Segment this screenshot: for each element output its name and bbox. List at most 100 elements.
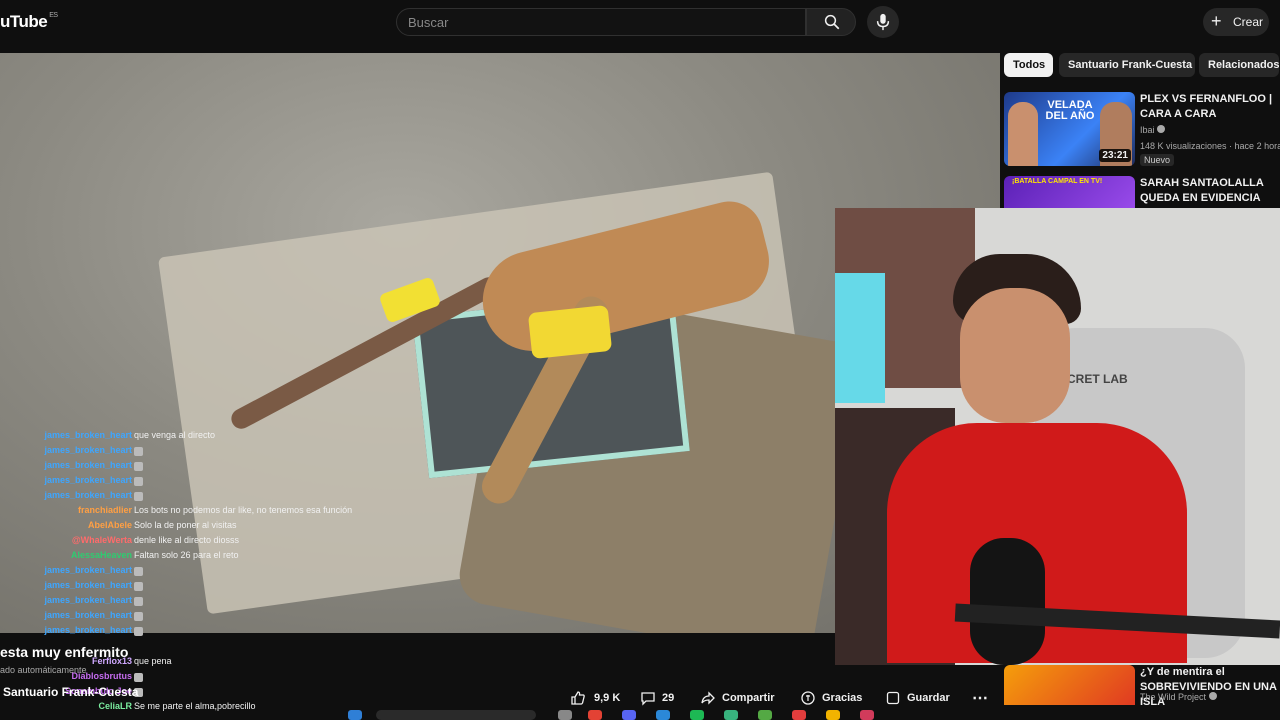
chat-username[interactable]: james_broken_heart — [44, 430, 132, 440]
discord-icon[interactable] — [622, 710, 636, 720]
logo-text: uTube — [0, 12, 48, 31]
verified-icon — [1157, 125, 1166, 133]
recommendation-channel: Ibai — [1140, 125, 1166, 135]
thumbnail-person — [1008, 102, 1038, 166]
thanks-button[interactable]: Gracias — [800, 686, 870, 710]
more-actions-button[interactable]: ⋯ — [970, 686, 990, 710]
chat-message: james_broken_heart — [0, 595, 390, 609]
create-button[interactable]: + Crear — [1203, 8, 1269, 36]
chat-username[interactable]: james_broken_heart — [44, 595, 132, 605]
chip-relacionados[interactable]: Relacionados — [1199, 53, 1279, 77]
chat-message: CeliaLR Se me parte el alma,pobrecillo — [0, 701, 390, 715]
thanks-label: Gracias — [822, 692, 863, 704]
search-placeholder: Buscar — [408, 15, 449, 30]
save-button[interactable]: Guardar — [885, 686, 955, 710]
chat-text: denle like al directo diosss — [134, 535, 240, 545]
save-label: Guardar — [907, 692, 950, 704]
chat-username[interactable]: james_broken_heart — [44, 490, 132, 500]
chip-todos[interactable]: Todos — [1004, 53, 1053, 77]
taskbar-app-icon[interactable] — [860, 710, 874, 720]
chat-username[interactable]: AlessaHeaven — [71, 550, 132, 560]
like-button[interactable]: 9,9 K — [570, 686, 630, 710]
live-chat-overlay: james_broken_heart que venga al directo ja… — [0, 428, 390, 720]
emoji-icon — [134, 627, 143, 636]
taskbar-app-icon[interactable] — [792, 710, 806, 720]
more-icon: ⋯ — [972, 690, 988, 707]
video-subtitle: ado automáticamente — [0, 665, 87, 675]
video-thumbnail[interactable]: ¡BATALLA CAMPAL EN TV! — [1004, 176, 1135, 208]
recommendation-item[interactable]: VELADA DEL AÑO 23:21 PLEX VS FERNANFLOO … — [1004, 92, 1280, 172]
comment-icon — [641, 692, 655, 706]
chat-username[interactable]: james_broken_heart — [44, 580, 132, 590]
chat-text: que venga al directo — [134, 430, 216, 440]
microphone-icon — [876, 13, 890, 31]
save-icon — [886, 691, 900, 705]
chat-message: AlessaHeaven Faltan solo 26 para el reto — [0, 550, 390, 564]
recommendation-title[interactable]: PLEX VS FERNANFLOO | CARA A CARA — [1140, 92, 1280, 122]
chat-text: Solo la de poner al visitas — [134, 520, 237, 530]
chat-message: AbelAbele Solo la de poner al visitas — [0, 520, 390, 534]
video-thumbnail[interactable] — [1004, 665, 1135, 705]
chat-username[interactable]: james_broken_heart — [44, 610, 132, 620]
emoji-icon — [134, 447, 143, 456]
like-count: 9,9 K — [594, 692, 621, 704]
filter-chips: Todos Santuario Frank-Cuesta Relacionado… — [1004, 53, 1280, 77]
chat-message: james_broken_heart — [0, 475, 390, 489]
taskbar-app-icon[interactable] — [656, 710, 670, 720]
chrome-icon[interactable] — [588, 710, 602, 720]
voice-search-button[interactable] — [867, 6, 899, 38]
microphone — [970, 538, 1045, 665]
youtube-logo[interactable]: uTube ES — [0, 12, 58, 32]
chat-text: Los bots no podemos dar like, no tenemos… — [134, 505, 353, 515]
search-icon — [824, 14, 840, 30]
share-label: Compartir — [722, 692, 775, 704]
webcam-overlay: CRET LAB — [835, 208, 1280, 665]
folder-icon[interactable] — [826, 710, 840, 720]
chat-username[interactable]: AbelAbele — [88, 520, 132, 530]
chip-label: Santuario Frank-Cuesta — [1068, 59, 1193, 71]
thanks-icon — [801, 691, 815, 705]
video-thumbnail[interactable]: VELADA DEL AÑO 23:21 — [1004, 92, 1135, 166]
video-title: esta muy enfermito — [0, 644, 129, 660]
share-button[interactable]: Compartir — [700, 686, 780, 710]
search-button[interactable] — [806, 8, 856, 36]
chat-username[interactable]: james_broken_heart — [44, 475, 132, 485]
recommendation-channel: The Wild Project — [1140, 692, 1217, 702]
chat-message: james_broken_heart que venga al directo — [0, 430, 390, 444]
taskbar-app-icon[interactable] — [690, 710, 704, 720]
chat-text: que pena — [134, 656, 172, 666]
emoji-icon — [134, 477, 143, 486]
share-icon — [701, 691, 715, 705]
chat-username[interactable]: franchiadlier — [78, 505, 132, 515]
chat-username[interactable]: james_broken_heart — [44, 445, 132, 455]
chip-label: Relacionados — [1208, 59, 1279, 71]
chat-username[interactable]: @WhaleWerta — [72, 535, 132, 545]
chat-username[interactable]: james_broken_heart — [44, 625, 132, 635]
chat-message: james_broken_heart — [0, 490, 390, 504]
thumbnail-text: VELADA DEL AÑO — [1045, 99, 1095, 122]
taskbar-app-icon[interactable] — [724, 710, 738, 720]
search-input[interactable]: Buscar — [396, 8, 806, 36]
streamer-head — [960, 288, 1070, 423]
recommendation-title[interactable]: SARAH SANTAOLALLA QUEDA EN EVIDENCIA TRA… — [1140, 176, 1280, 208]
taskbar-app-icon[interactable] — [758, 710, 772, 720]
taskbar-app-icon[interactable] — [558, 710, 572, 720]
taskbar-search[interactable] — [376, 710, 536, 720]
comments-button[interactable]: 29 — [640, 686, 680, 710]
chat-username[interactable]: james_broken_heart — [44, 565, 132, 575]
create-label: Crear — [1233, 15, 1264, 29]
chat-username[interactable]: james_broken_heart — [44, 460, 132, 470]
windows-start-icon[interactable] — [348, 710, 362, 720]
recommendation-item[interactable]: ¡BATALLA CAMPAL EN TV! SARAH SANTAOLALLA… — [1004, 176, 1280, 208]
chip-santuario[interactable]: Santuario Frank-Cuesta — [1059, 53, 1195, 77]
emoji-icon — [134, 462, 143, 471]
os-taskbar — [340, 708, 960, 720]
chat-username[interactable]: CeliaLR — [98, 701, 132, 711]
chat-message: james_broken_heart — [0, 625, 390, 639]
recommendation-item[interactable]: ¿Y de mentira el SOBREVIVIENDO EN UNA IS… — [1004, 665, 1280, 705]
chair-brand: CRET LAB — [1067, 372, 1128, 386]
duration-badge: 23:21 — [1099, 149, 1131, 162]
chat-message: @WhaleWerta denle like al directo diosss — [0, 535, 390, 549]
emoji-icon — [134, 492, 143, 501]
channel-name[interactable]: Santuario Frank-Cuesta — [3, 685, 138, 699]
